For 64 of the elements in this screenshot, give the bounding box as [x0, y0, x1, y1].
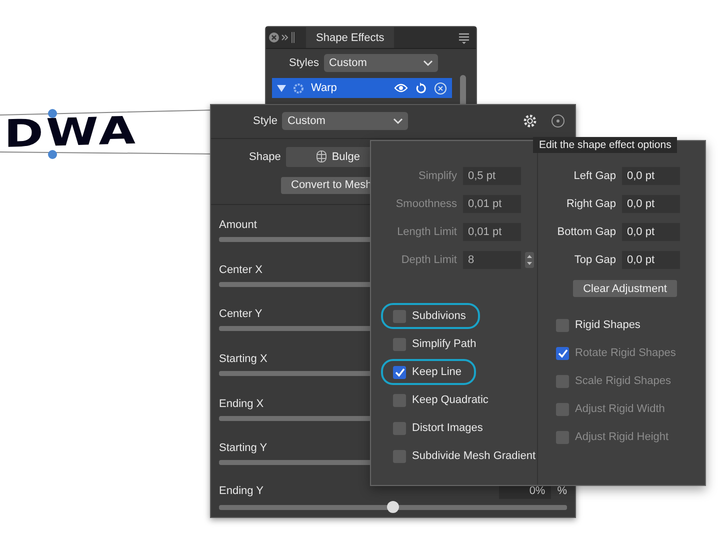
field-label: Top Gap [573, 254, 617, 266]
field-label: Length Limit [396, 226, 458, 238]
slider-label: Center Y [219, 308, 262, 320]
remove-icon[interactable] [434, 82, 447, 94]
slider-thumb[interactable] [387, 501, 399, 513]
clear-adjustment-button[interactable]: Clear Adjustment [573, 280, 677, 297]
unit-label: % [557, 485, 567, 497]
settings-icon[interactable] [522, 113, 538, 130]
input-field[interactable]: 0,0 pt [622, 167, 680, 185]
style-dropdown[interactable]: Custom [282, 112, 408, 130]
field-label: Simplify [417, 170, 458, 182]
checkbox[interactable] [393, 394, 406, 406]
slider-label: Starting X [219, 353, 268, 366]
slider-label: Amount [219, 219, 257, 232]
field-label: Right Gap [565, 198, 617, 210]
slider-label: Starting Y [219, 442, 268, 454]
checkbox-label: Scale Rigid Shapes [575, 375, 672, 387]
checkbox[interactable] [556, 318, 569, 332]
tooltip: Edit the shape effect options [533, 137, 678, 153]
input-field[interactable]: 0,0 pt [622, 195, 680, 213]
panel-tab[interactable]: Shape Effects [306, 27, 394, 48]
menu-icon[interactable] [458, 32, 470, 44]
checkbox-label: Keep Quadratic [412, 394, 488, 406]
checkbox-label: Simplify Path [412, 338, 476, 350]
checkbox-label: Subdivions [412, 310, 466, 322]
checkbox[interactable] [393, 338, 406, 350]
chevron-icon [422, 60, 433, 66]
checkbox-label: Rigid Shapes [575, 319, 640, 331]
selection-handle[interactable] [48, 150, 57, 159]
stepper-icon[interactable] [525, 252, 534, 268]
checkbox-label: Rotate Rigid Shapes [575, 347, 676, 359]
disclosure-icon[interactable] [277, 84, 286, 92]
checkbox[interactable] [393, 422, 406, 434]
checkbox[interactable] [393, 450, 406, 462]
checkbox-label: Keep Line [412, 366, 462, 378]
checkbox-label: Distort Images [412, 422, 483, 434]
checkbox-label: Adjust Rigid Height [575, 431, 669, 443]
field-label: Bottom Gap [556, 226, 617, 238]
checkbox-label: Subdivide Mesh Gradient [412, 450, 536, 462]
field-label: Depth Limit [400, 254, 458, 266]
input-field[interactable]: 0,0 pt [622, 251, 680, 269]
warped-text: DWA [4, 115, 138, 149]
shape-label: Shape [249, 150, 281, 163]
effect-name: Warp [311, 82, 337, 94]
slider-label: Ending X [219, 398, 264, 410]
styles-dropdown[interactable]: Custom [324, 54, 438, 72]
effect-row[interactable]: Warp [272, 78, 452, 98]
reset-icon[interactable] [415, 82, 427, 94]
styles-label: Styles [289, 57, 319, 69]
eye-icon[interactable] [394, 83, 408, 93]
chevron-icon [393, 118, 404, 125]
selection-handle[interactable] [48, 109, 57, 118]
field-label: Left Gap [572, 170, 617, 182]
slider-label: Center X [219, 264, 262, 276]
checkbox[interactable] [393, 310, 406, 322]
checkbox-label: Adjust Rigid Width [575, 403, 665, 415]
field-label: Smoothness [394, 198, 458, 210]
options-icon[interactable] [551, 114, 565, 128]
slider-label: Ending Y [219, 485, 264, 497]
checkbox[interactable] [393, 366, 406, 378]
gear-icon [293, 82, 304, 94]
mesh-icon [316, 150, 327, 164]
input-field[interactable]: 0,0 pt [622, 223, 680, 241]
style-label: Style [253, 115, 278, 128]
